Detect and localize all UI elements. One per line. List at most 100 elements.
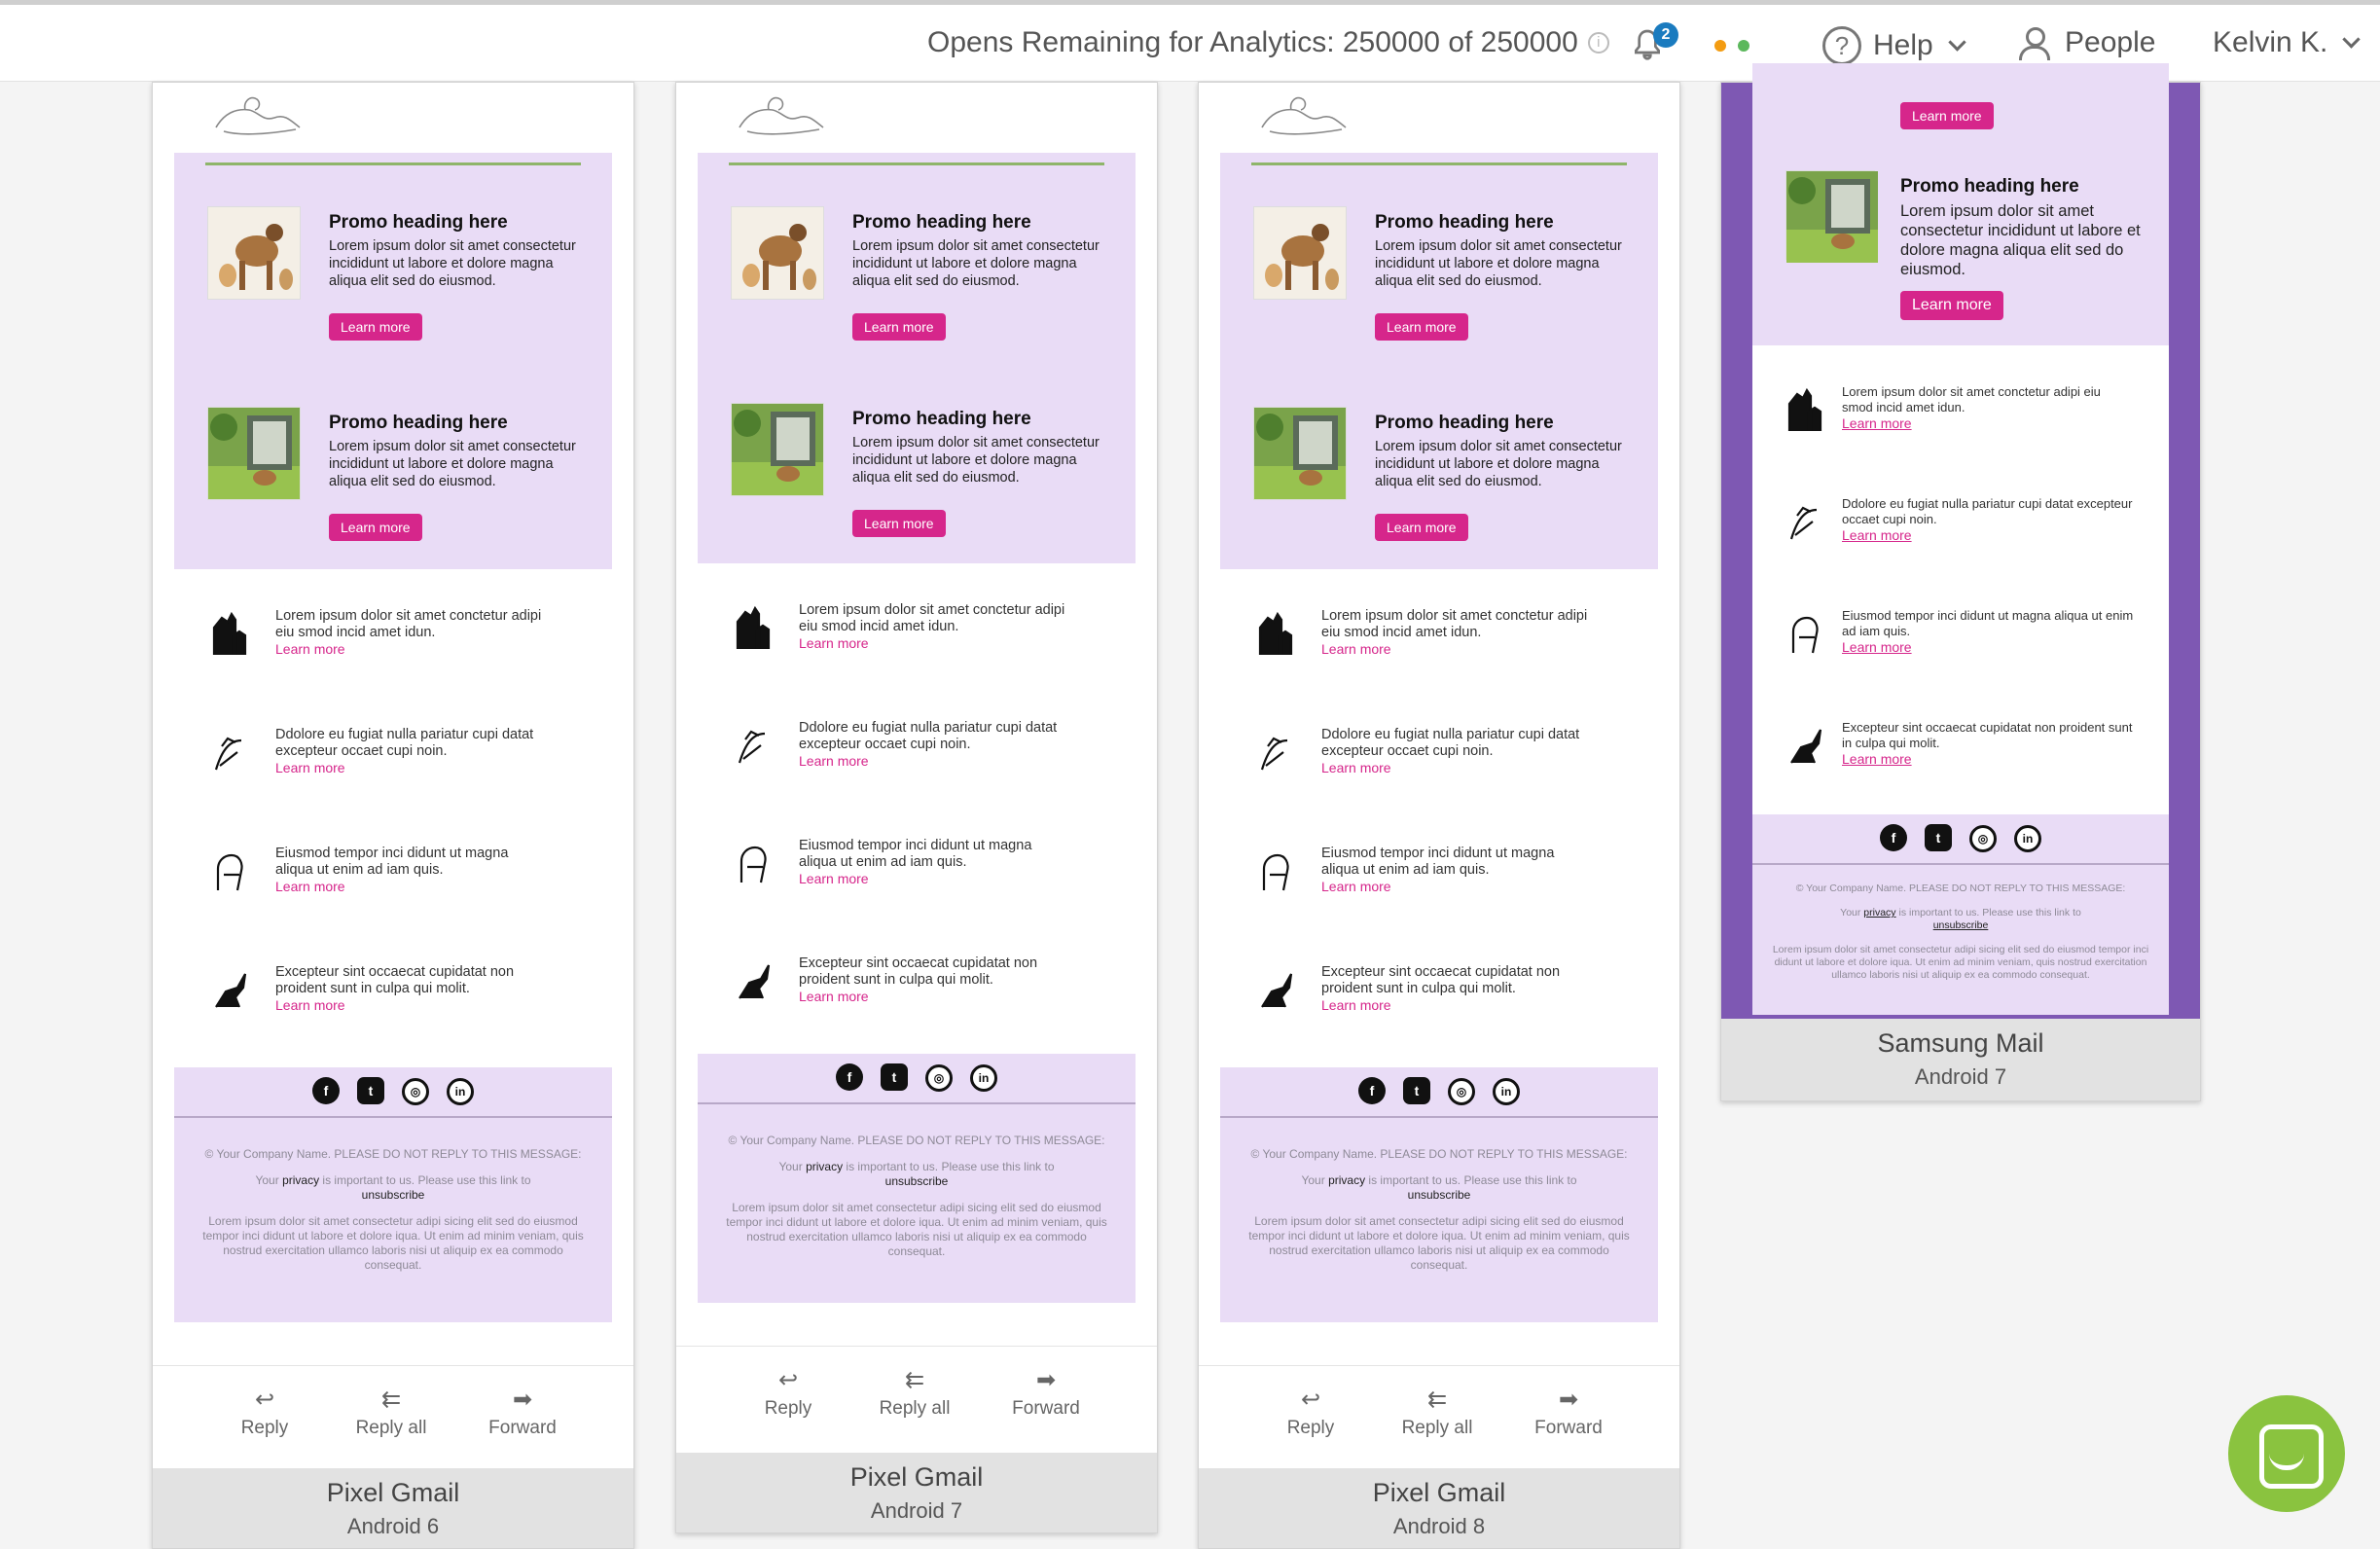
- people-menu[interactable]: People: [2018, 26, 2156, 60]
- reply-all-button[interactable]: ⇇ Reply all: [1374, 1386, 1500, 1439]
- divider: [729, 162, 1104, 165]
- list-item-body: Eiusmod tempor inci didunt ut magna aliq…: [275, 846, 509, 878]
- linkedin-icon[interactable]: in: [447, 1078, 474, 1105]
- footer-divider: [1752, 863, 2169, 865]
- device-card-samsung-mail-android-7[interactable]: Learn more Promo heading here Lorem ipsu…: [1720, 63, 2201, 1101]
- device-card-pixel-gmail-android-8[interactable]: Promo heading here Lorem ipsum dolor sit…: [1198, 82, 1680, 1549]
- reply-button[interactable]: ↩ Reply: [1247, 1386, 1374, 1439]
- forward-button[interactable]: ➡ Forward: [1505, 1386, 1632, 1439]
- notifications-button[interactable]: 2: [1628, 22, 1678, 67]
- instagram-icon[interactable]: ◎: [925, 1064, 953, 1092]
- footer-divider: [1220, 1116, 1658, 1118]
- privacy-link[interactable]: privacy: [1863, 907, 1895, 919]
- email-footer: f t ◎ in © Your Company Name. PLEASE DO NOT …: [1752, 814, 2169, 1015]
- learn-more-link[interactable]: Learn more: [275, 997, 548, 1014]
- list-item-body: Lorem ipsum dolor sit amet conctetur adi…: [1842, 384, 2101, 414]
- reply-all-icon: ⇇: [904, 1367, 925, 1393]
- list-item-text: Eiusmod tempor inci didunt ut magna aliq…: [799, 838, 1071, 887]
- email-preview: Learn more Promo heading here Lorem ipsu…: [1721, 63, 2200, 1019]
- forward-label: Forward: [1012, 1398, 1080, 1419]
- twitter-icon[interactable]: t: [357, 1077, 384, 1104]
- footer-divider: [698, 1102, 1136, 1104]
- list-item-text: Excepteur sint occaecat cupidatat non pr…: [1321, 964, 1594, 1014]
- learn-more-button[interactable]: Learn more: [852, 313, 946, 341]
- facebook-icon[interactable]: f: [1880, 824, 1907, 851]
- device-version: Android 7: [1914, 1064, 2007, 1089]
- list-item-body: Eiusmod tempor inci didunt ut magna aliq…: [799, 838, 1032, 870]
- people-label: People: [2065, 26, 2156, 58]
- reply-button[interactable]: ↩ Reply: [725, 1366, 851, 1420]
- linkedin-icon[interactable]: in: [2014, 825, 2041, 852]
- chat-launcher-button[interactable]: [2228, 1395, 2345, 1512]
- learn-more-button[interactable]: Learn more: [1900, 291, 2003, 320]
- info-icon[interactable]: i: [1587, 32, 1609, 54]
- promo-heading: Promo heading here: [1900, 176, 2079, 197]
- unsubscribe-link[interactable]: unsubscribe: [885, 1174, 949, 1188]
- status-dots: [1714, 40, 1761, 52]
- privacy-link[interactable]: privacy: [1328, 1173, 1365, 1187]
- list-item-body: Ddolore eu fugiat nulla pariatur cupi da…: [1842, 496, 2133, 526]
- unsubscribe-link[interactable]: unsubscribe: [1408, 1188, 1471, 1202]
- promo-section: Promo heading here Lorem ipsum dolor sit…: [174, 153, 612, 569]
- help-menu[interactable]: ? Help: [1822, 26, 1966, 65]
- learn-more-link[interactable]: Learn more: [799, 871, 1071, 887]
- facebook-icon[interactable]: f: [1358, 1077, 1386, 1104]
- learn-more-link[interactable]: Learn more: [1321, 760, 1594, 776]
- learn-more-button[interactable]: Learn more: [329, 514, 422, 541]
- promo-image: [207, 407, 301, 500]
- learn-more-link[interactable]: Learn more: [1321, 997, 1594, 1014]
- forward-button[interactable]: ➡ Forward: [983, 1366, 1109, 1420]
- email-footer: f t ◎ in © Your Company Name. PLEASE DO NOT …: [174, 1067, 612, 1322]
- user-menu[interactable]: Kelvin K.: [2213, 26, 2362, 59]
- instagram-icon[interactable]: ◎: [1969, 825, 1997, 852]
- email-footer: f t ◎ in © Your Company Name. PLEASE DO NOT …: [1220, 1067, 1658, 1322]
- learn-more-link[interactable]: Learn more: [799, 635, 1071, 652]
- learn-more-button[interactable]: Learn more: [329, 313, 422, 341]
- forward-button[interactable]: ➡ Forward: [459, 1386, 586, 1439]
- learn-more-button[interactable]: Learn more: [852, 510, 946, 537]
- instagram-icon[interactable]: ◎: [1448, 1078, 1475, 1105]
- social-icons: f t ◎ in: [174, 1077, 612, 1114]
- footer-divider: [174, 1116, 612, 1118]
- unsubscribe-link[interactable]: unsubscribe: [362, 1188, 425, 1202]
- privacy-link[interactable]: privacy: [806, 1160, 843, 1173]
- learn-more-link[interactable]: Learn more: [1321, 641, 1594, 658]
- learn-more-button[interactable]: Learn more: [1375, 313, 1468, 341]
- learn-more-link[interactable]: Learn more: [275, 879, 548, 895]
- notification-badge: 2: [1653, 22, 1678, 48]
- twitter-icon[interactable]: t: [1403, 1077, 1430, 1104]
- linkedin-icon[interactable]: in: [970, 1064, 997, 1092]
- footer-text: © Your Company Name. PLEASE DO NOT REPLY…: [1772, 883, 2149, 993]
- reply-button[interactable]: ↩ Reply: [201, 1386, 328, 1439]
- learn-more-button[interactable]: Learn more: [1900, 102, 1994, 129]
- facebook-icon[interactable]: f: [312, 1077, 340, 1104]
- reply-all-button[interactable]: ⇇ Reply all: [851, 1366, 978, 1420]
- promo-section: Promo heading here Lorem ipsum dolor sit…: [698, 153, 1136, 563]
- reply-all-button[interactable]: ⇇ Reply all: [328, 1386, 454, 1439]
- footer-company-note: © Your Company Name. PLEASE DO NOT REPLY…: [1250, 1147, 1628, 1161]
- social-icons: f t ◎ in: [1220, 1077, 1658, 1114]
- learn-more-link[interactable]: Learn more: [1842, 527, 2134, 543]
- instagram-icon[interactable]: ◎: [402, 1078, 429, 1105]
- privacy-link[interactable]: privacy: [282, 1173, 319, 1187]
- promo-text: Lorem ipsum dolor sit amet consectetur i…: [329, 439, 576, 489]
- forward-label: Forward: [1534, 1418, 1603, 1438]
- device-card-pixel-gmail-android-7[interactable]: Promo heading here Lorem ipsum dolor sit…: [675, 82, 1158, 1533]
- twitter-icon[interactable]: t: [1925, 824, 1952, 851]
- unsubscribe-link[interactable]: unsubscribe: [1933, 919, 1989, 931]
- learn-more-link[interactable]: Learn more: [275, 641, 548, 658]
- facebook-icon[interactable]: f: [836, 1063, 863, 1091]
- learn-more-link[interactable]: Learn more: [1842, 751, 2134, 767]
- learn-more-link[interactable]: Learn more: [1842, 415, 2134, 431]
- learn-more-link[interactable]: Learn more: [799, 989, 1071, 1005]
- twitter-icon[interactable]: t: [881, 1063, 908, 1091]
- learn-more-link[interactable]: Learn more: [799, 753, 1071, 770]
- learn-more-link[interactable]: Learn more: [1842, 639, 2134, 655]
- linkedin-icon[interactable]: in: [1493, 1078, 1520, 1105]
- list-item-body: Excepteur sint occaecat cupidatat non pr…: [799, 955, 1038, 988]
- learn-more-link[interactable]: Learn more: [1321, 879, 1594, 895]
- footer-privacy-post: is important to us. Please use this link…: [846, 1160, 1055, 1173]
- learn-more-button[interactable]: Learn more: [1375, 514, 1468, 541]
- device-card-pixel-gmail-android-6[interactable]: Promo heading here Lorem ipsum dolor sit…: [152, 82, 634, 1549]
- learn-more-link[interactable]: Learn more: [275, 760, 548, 776]
